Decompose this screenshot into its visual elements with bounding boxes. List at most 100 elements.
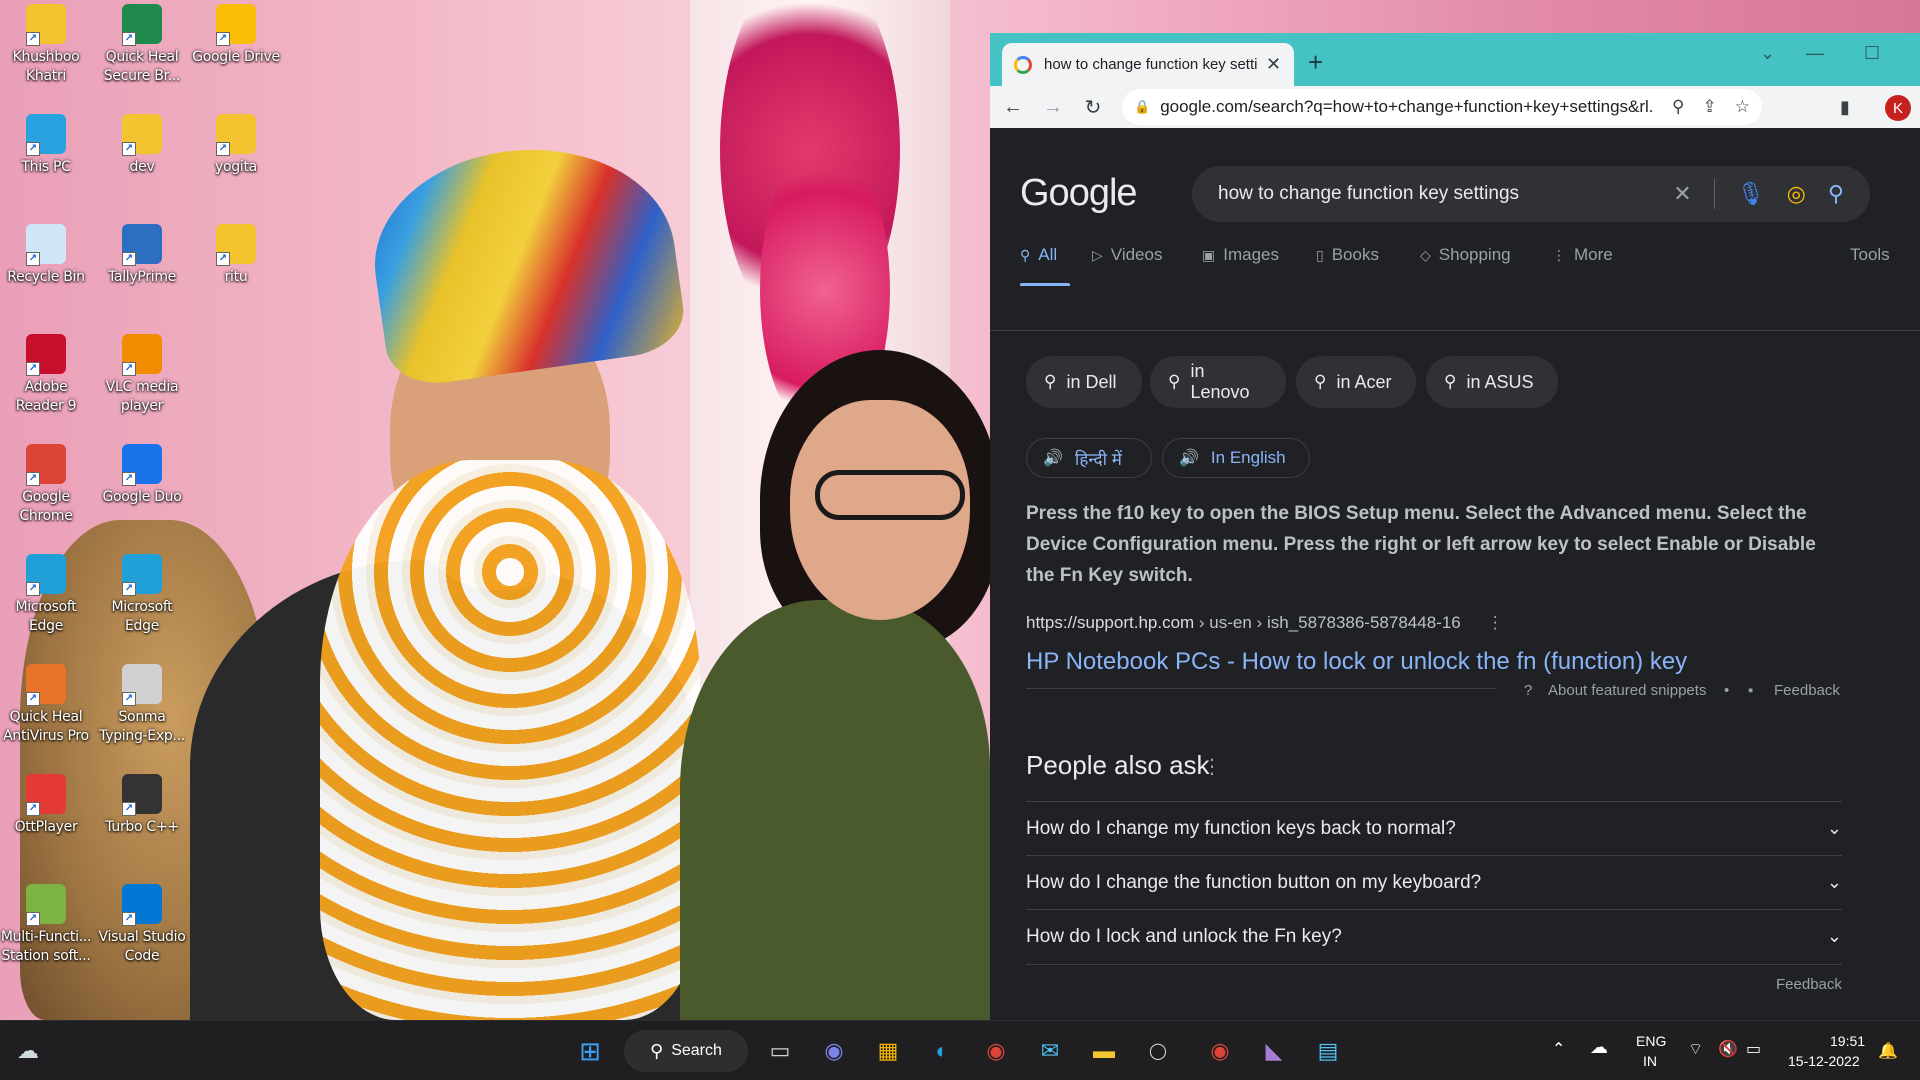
- microsoft-store-icon[interactable]: ▦: [868, 1031, 908, 1071]
- desktop-icon-turbo[interactable]: ↗ Turbo C++: [96, 774, 188, 837]
- desktop-icon-adobe[interactable]: ↗ Adobe Reader 9: [0, 334, 92, 416]
- lock-icon[interactable]: 🔒: [1134, 99, 1150, 115]
- forward-icon[interactable]: →: [1038, 92, 1068, 122]
- notification-bell-icon[interactable]: 🔔: [1878, 1041, 1898, 1061]
- desktop-icon-dev[interactable]: ↗ dev: [96, 114, 188, 177]
- refinement-chip[interactable]: ⚲ in ASUS: [1426, 356, 1558, 408]
- desktop-icon-ritu[interactable]: ↗ ritu: [190, 224, 282, 287]
- chevron-down-icon[interactable]: ⌄: [1827, 818, 1842, 839]
- desktop-icon-vscode[interactable]: ↗ Visual Studio Code: [96, 884, 188, 966]
- start-button[interactable]: ⊞: [570, 1031, 610, 1071]
- desktop-icon-yogita[interactable]: ↗ yogita: [190, 114, 282, 177]
- tab-more[interactable]: ⋮ More: [1552, 245, 1613, 265]
- minimize-button[interactable]: —: [1806, 43, 1824, 64]
- reload-icon[interactable]: ↻: [1078, 92, 1108, 122]
- source-host[interactable]: https://support.hp.com: [1026, 613, 1194, 632]
- desktop-icon-khushboo[interactable]: ↗ Khushboo Khatri: [0, 4, 92, 86]
- desktop-icon-recycle[interactable]: ↗ Recycle Bin: [0, 224, 92, 287]
- refinement-chip[interactable]: ⚲ in Acer: [1296, 356, 1416, 408]
- book-icon: ▯: [1316, 246, 1324, 263]
- hindi-language-button[interactable]: 🔊 हिन्दी में: [1026, 438, 1152, 478]
- google-logo[interactable]: Google: [1020, 172, 1138, 215]
- battery-icon[interactable]: ▭: [1746, 1039, 1761, 1059]
- more-options-icon[interactable]: ⋮: [1202, 754, 1222, 779]
- tab-books[interactable]: ▯ Books: [1316, 245, 1379, 265]
- refinement-chip[interactable]: ⚲ in Lenovo: [1150, 356, 1286, 408]
- microphone-icon[interactable]: 🎙: [1737, 181, 1765, 207]
- desktop-icon-qh-av[interactable]: ↗ Quick Heal AntiVirus Pro: [0, 664, 92, 746]
- url-text[interactable]: google.com/search?q=how+to+change+functi…: [1160, 97, 1654, 117]
- onedrive-icon[interactable]: ☁: [1590, 1037, 1608, 1058]
- clear-icon[interactable]: ✕: [1673, 181, 1691, 207]
- shortcut-arrow-icon: ↗: [26, 32, 40, 46]
- clock-date[interactable]: 15-12-2022: [1788, 1053, 1860, 1069]
- desktop-icon-chrome[interactable]: ↗ Google Chrome: [0, 444, 92, 526]
- clock-time[interactable]: 19:51: [1830, 1033, 1865, 1049]
- desktop-icon-tally[interactable]: ↗ TallyPrime: [96, 224, 188, 287]
- show-hidden-icons-chevron-icon[interactable]: ⌃: [1552, 1039, 1565, 1059]
- share-icon[interactable]: ⇪: [1703, 97, 1717, 117]
- language-top[interactable]: ENG: [1636, 1033, 1666, 1049]
- search-box[interactable]: how to change function key settings ✕ 🎙 …: [1192, 166, 1870, 222]
- language-bottom[interactable]: IN: [1643, 1053, 1657, 1069]
- location-pin-icon[interactable]: ⚲: [1672, 97, 1684, 117]
- tab-images[interactable]: ▣ Images: [1202, 245, 1279, 265]
- close-tab-icon[interactable]: ✕: [1266, 54, 1281, 75]
- desktop-icon-vlc[interactable]: ↗ VLC media player: [96, 334, 188, 416]
- notepad-icon[interactable]: ▤: [1308, 1031, 1348, 1071]
- desktop-icon-edge1[interactable]: ↗ Microsoft Edge: [0, 554, 92, 636]
- search-query[interactable]: how to change function key settings: [1218, 183, 1651, 205]
- english-language-button[interactable]: 🔊 In English: [1162, 438, 1310, 478]
- teams-chat-icon[interactable]: ◉: [814, 1031, 854, 1071]
- tab-all[interactable]: ⚲ All: [1020, 245, 1057, 265]
- chrome-icon[interactable]: ◉: [1200, 1031, 1240, 1071]
- paa-question[interactable]: How do I lock and unlock the Fn key? ⌄: [1026, 909, 1842, 963]
- tab-search-chevron-icon[interactable]: ⌄: [1760, 43, 1775, 64]
- chevron-down-icon[interactable]: ⌄: [1827, 926, 1842, 947]
- side-panel-icon[interactable]: ▮: [1830, 92, 1860, 122]
- desktop-icon-multi[interactable]: ↗ Multi-Functi... Station soft...: [0, 884, 92, 966]
- wifi-icon[interactable]: ⌔: [1688, 1039, 1703, 1059]
- task-view-icon[interactable]: ▭: [760, 1031, 800, 1071]
- camera-lens-icon[interactable]: ◎: [1787, 181, 1806, 207]
- tab-shopping[interactable]: ◇ Shopping: [1420, 245, 1511, 265]
- desktop-icon-thispc[interactable]: ↗ This PC: [0, 114, 92, 177]
- tab-videos[interactable]: ▷ Videos: [1092, 245, 1162, 265]
- desktop-icon-sonma[interactable]: ↗ Sonma Typing-Exp...: [96, 664, 188, 746]
- search-icon: ⚲: [1444, 372, 1457, 391]
- desktop-icon-ott[interactable]: ↗ OttPlayer: [0, 774, 92, 837]
- profile-avatar[interactable]: K: [1885, 95, 1911, 121]
- paa-question[interactable]: How do I change the function button on m…: [1026, 855, 1842, 909]
- desktop-icon-label: This PC: [21, 159, 71, 175]
- mail-icon[interactable]: ✉: [1030, 1031, 1070, 1071]
- weather-icon[interactable]: ☁: [8, 1031, 48, 1071]
- volume-muted-icon[interactable]: 🔇: [1718, 1039, 1738, 1059]
- desktop-icon-duo[interactable]: ↗ Google Duo: [96, 444, 188, 507]
- address-bar[interactable]: 🔒 google.com/search?q=how+to+change+func…: [1122, 89, 1762, 125]
- search-icon[interactable]: ⚲: [1828, 181, 1844, 207]
- taskbar-search[interactable]: ⚲ Search: [624, 1030, 748, 1072]
- refinement-chip[interactable]: ⚲ in Dell: [1026, 356, 1142, 408]
- maximize-button[interactable]: ☐: [1864, 43, 1880, 64]
- more-options-icon[interactable]: ⋮: [1487, 613, 1504, 632]
- desktop-icon-quickheal-secure[interactable]: ↗ Quick Heal Secure Br...: [96, 4, 188, 86]
- paa-question[interactable]: How do I change my function keys back to…: [1026, 801, 1842, 855]
- about-snippets-link[interactable]: About featured snippets: [1548, 682, 1706, 699]
- dell-icon[interactable]: ◯: [1138, 1031, 1178, 1071]
- chevron-down-icon[interactable]: ⌄: [1827, 872, 1842, 893]
- desktop-icon-edge2[interactable]: ↗ Microsoft Edge: [96, 554, 188, 636]
- feedback-icon[interactable]: ▪: [1748, 682, 1753, 699]
- desktop-icon-gdrive[interactable]: ↗ Google Drive: [190, 4, 282, 67]
- feedback-link[interactable]: Feedback: [1774, 682, 1840, 699]
- file-explorer-icon[interactable]: ▬: [1084, 1031, 1124, 1071]
- browser-tab[interactable]: how to change function key setti ✕: [1002, 43, 1294, 86]
- visual-studio-icon[interactable]: ◣: [1254, 1031, 1294, 1071]
- bookmark-star-icon[interactable]: ☆: [1735, 97, 1750, 117]
- edge-icon[interactable]: ◐: [922, 1031, 962, 1071]
- back-icon[interactable]: ←: [998, 92, 1028, 122]
- feedback-link[interactable]: Feedback: [1776, 976, 1842, 993]
- new-tab-button[interactable]: +: [1308, 47, 1323, 78]
- tools-button[interactable]: Tools: [1850, 245, 1890, 265]
- help-icon[interactable]: ?: [1524, 682, 1532, 699]
- chrome-icon[interactable]: ◉: [976, 1031, 1016, 1071]
